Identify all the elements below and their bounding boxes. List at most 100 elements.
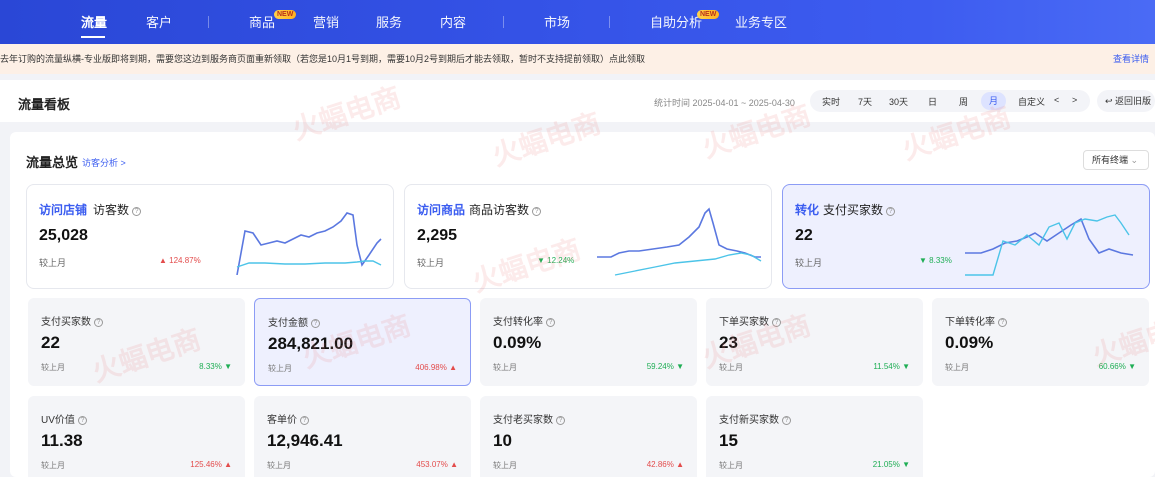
notice-bar: 去年订购的流量纵横-专业版即将到期，需要您这边到服务商页面重新领取（若您是10月…	[0, 44, 1155, 74]
board-header: 流量看板 统计时间 2025-04-01 ~ 2025-04-30 实时 7天 …	[0, 80, 1155, 122]
nav-item-business-zone[interactable]: 业务专区	[735, 12, 787, 31]
conversion-card[interactable]: 转化 支付买家数? 22 较上月 ▼ 8.33%	[782, 184, 1150, 289]
card-metric: 商品访客数?	[469, 201, 542, 218]
card-tag: 转化	[795, 203, 820, 217]
nav-item-product[interactable]: 商品	[249, 12, 275, 31]
down-arrow-icon: ▼	[673, 362, 684, 371]
back-old-version-button[interactable]: ↩ 返回旧版	[1097, 90, 1155, 112]
info-icon: ?	[772, 318, 781, 327]
metric-label: 支付金额?	[268, 314, 320, 329]
page-title: 流量看板	[18, 97, 71, 112]
down-arrow-icon: ▼	[919, 256, 930, 265]
range-7days[interactable]: 7天	[858, 95, 872, 108]
terminal-select-value: 所有终端	[1092, 155, 1129, 165]
next-period-icon[interactable]: >	[1072, 95, 1077, 105]
nav-separator	[208, 16, 209, 28]
product-visitors-card[interactable]: 访问商品 商品访客数? 2,295 较上月 ▼ 12.24%	[404, 184, 772, 289]
metric-card-pay-buyers[interactable]: 支付买家数? 22 较上月 8.33% ▼	[28, 298, 245, 386]
metric-compare-label: 较上月	[945, 363, 969, 372]
metric-card-new-buyers[interactable]: 支付新买家数? 15 较上月 21.05% ▼	[706, 396, 923, 477]
overview-panel: 流量总览 访客分析 > 所有终端 ⌄ 访问店铺 访客数? 25,028 较上月 …	[10, 132, 1155, 477]
metric-card-pay-conversion[interactable]: 支付转化率? 0.09% 较上月 59.24% ▼	[480, 298, 697, 386]
trend-line-current	[965, 217, 1134, 256]
trend-line-previous	[614, 252, 762, 276]
metric-label: 客单价?	[267, 411, 309, 426]
metric-label: 支付老买家数?	[493, 411, 565, 426]
metric-value: 11.38	[41, 431, 83, 450]
metric-value: 22	[41, 333, 60, 352]
range-30days[interactable]: 30天	[889, 95, 908, 108]
new-badge: NEW	[697, 10, 720, 19]
metric-change: 21.05% ▼	[872, 460, 910, 469]
card-value: 22	[795, 227, 813, 244]
info-icon: ?	[77, 416, 87, 425]
new-badge: NEW	[274, 10, 297, 19]
info-icon: ?	[94, 318, 103, 327]
terminal-select[interactable]: 所有终端 ⌄	[1083, 150, 1149, 170]
metric-card-pay-amount[interactable]: 支付金额? 284,821.00 较上月 406.98% ▲	[254, 298, 471, 386]
notice-text[interactable]: 去年订购的流量纵横-专业版即将到期，需要您这边到服务商页面重新领取（若您是10月…	[0, 44, 645, 74]
back-label: 返回旧版	[1115, 96, 1152, 106]
nav-separator	[609, 16, 610, 28]
metric-value: 0.09%	[945, 333, 994, 352]
card-tag: 访问商品	[417, 203, 466, 217]
up-arrow-icon: ▲	[159, 256, 170, 265]
metric-compare-label: 较上月	[493, 461, 517, 470]
nav-item-service[interactable]: 服务	[376, 12, 402, 31]
info-icon: ?	[782, 416, 791, 425]
notice-details-link[interactable]: 查看详情	[1113, 44, 1149, 74]
nav-item-self-analysis[interactable]: 自助分析	[650, 12, 702, 31]
top-nav: 流量 客户 商品 NEW 营销 服务 内容 市场 自助分析 NEW 业务专区	[0, 0, 1155, 44]
trend-line-current	[597, 207, 761, 258]
range-week[interactable]: 周	[959, 95, 968, 108]
visitor-analysis-link[interactable]: 访客分析 >	[82, 156, 126, 169]
metric-label: UV价值?	[41, 411, 87, 426]
stat-time: 统计时间 2025-04-01 ~ 2025-04-30	[654, 98, 795, 108]
card-value: 2,295	[417, 227, 458, 244]
metric-change: 125.46% ▲	[190, 460, 232, 469]
info-icon: ?	[886, 207, 896, 216]
nav-item-customer[interactable]: 客户	[146, 12, 172, 31]
prev-period-icon[interactable]: <	[1054, 95, 1059, 105]
metric-card-order-conversion[interactable]: 下单转化率? 0.09% 较上月 60.66% ▼	[932, 298, 1149, 386]
range-custom[interactable]: 自定义	[1018, 95, 1045, 108]
metric-label: 下单买家数?	[719, 313, 781, 328]
nav-active-underline	[81, 36, 105, 38]
metric-change: 8.33% ▼	[199, 362, 232, 371]
metric-compare-label: 较上月	[268, 364, 292, 373]
metric-compare-label: 较上月	[719, 363, 743, 372]
product-visitors-trend-chart	[597, 207, 762, 276]
metric-compare-label: 较上月	[267, 461, 291, 470]
metric-compare-label: 较上月	[719, 461, 743, 470]
trend-line-current	[236, 212, 382, 275]
metric-card-avg-order[interactable]: 客单价? 12,946.41 较上月 453.07% ▲	[254, 396, 471, 477]
metric-change: 59.24% ▼	[646, 362, 684, 371]
down-arrow-icon: ▼	[1125, 362, 1136, 371]
metric-value: 23	[719, 333, 738, 352]
range-realtime[interactable]: 实时	[822, 95, 840, 108]
range-day[interactable]: 日	[928, 95, 937, 108]
nav-item-market[interactable]: 市场	[544, 12, 570, 31]
nav-item-marketing[interactable]: 营销	[313, 12, 339, 31]
nav-item-traffic[interactable]: 流量	[81, 12, 107, 31]
nav-item-content[interactable]: 内容	[440, 12, 466, 31]
up-arrow-icon: ▲	[446, 363, 457, 372]
overview-title: 流量总览	[26, 155, 79, 170]
store-visitors-card[interactable]: 访问店铺 访客数? 25,028 较上月 ▲ 124.87%	[26, 184, 394, 289]
metric-value: 12,946.41	[267, 431, 343, 450]
down-arrow-icon: ▼	[221, 362, 232, 371]
metric-label: 支付新买家数?	[719, 411, 791, 426]
down-arrow-icon: ▼	[899, 362, 910, 371]
up-arrow-icon: ▲	[673, 460, 684, 469]
metric-value: 15	[719, 431, 738, 450]
metric-card-order-buyers[interactable]: 下单买家数? 23 较上月 11.54% ▼	[706, 298, 923, 386]
card-metric: 支付买家数?	[823, 201, 896, 218]
metric-change: 60.66% ▼	[1098, 362, 1136, 371]
range-month[interactable]: 月	[981, 92, 1007, 110]
card-tag: 访问店铺	[39, 203, 88, 217]
card-change: ▼ 8.33%	[919, 256, 952, 265]
metric-card-uv-value[interactable]: UV价值? 11.38 较上月 125.46% ▲	[28, 396, 245, 477]
metric-card-old-buyers[interactable]: 支付老买家数? 10 较上月 42.86% ▲	[480, 396, 697, 477]
store-visitors-trend-chart	[236, 212, 382, 275]
chevron-down-icon: ⌄	[1130, 155, 1139, 165]
